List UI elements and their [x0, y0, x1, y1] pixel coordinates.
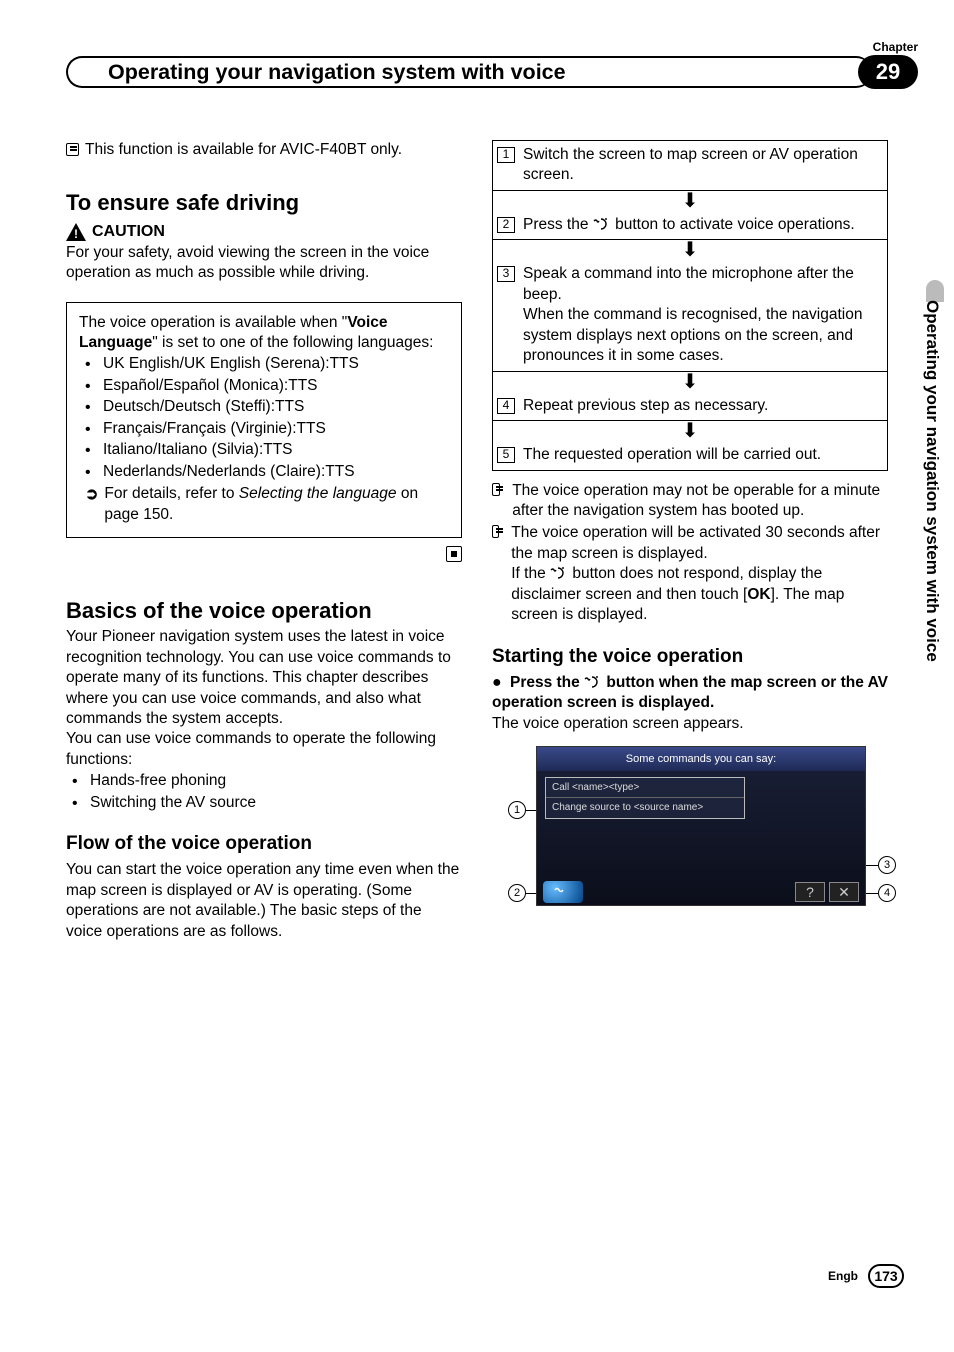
language-list: UK English/UK English (Serena):TTS Españ… [79, 354, 449, 482]
down-arrow-icon: ⬇ [493, 421, 887, 441]
bullet-icon: ● [492, 674, 502, 691]
list-item: Français/Français (Virginie):TTS [103, 419, 449, 439]
command-item: Call <name><type> [546, 778, 744, 798]
chapter-label: Chapter [873, 40, 918, 54]
flow-paragraph: You can start the voice operation any ti… [66, 860, 462, 942]
manual-page: Chapter Operating your navigation system… [0, 0, 954, 1352]
callout-3: 3 [878, 856, 896, 874]
flow-step: 3 Speak a command into the microphone af… [493, 260, 887, 370]
list-item: Español/Español (Monica):TTS [103, 376, 449, 396]
cross-reference: ➲ For details, refer to Selecting the la… [79, 484, 449, 525]
step-number-icon: 5 [497, 447, 515, 463]
left-column: This function is available for AVIC-F40B… [66, 140, 462, 1242]
step-text: Repeat previous step as necessary. [523, 396, 768, 416]
caution-row: ! CAUTION [66, 221, 462, 242]
voice-button-icon [584, 675, 602, 689]
step-text: Speak a command into the microphone afte… [523, 264, 879, 366]
list-item: UK English/UK English (Serena):TTS [103, 354, 449, 374]
down-arrow-icon: ⬇ [493, 191, 887, 211]
list-item: Italiano/Italiano (Silvia):TTS [103, 440, 449, 460]
note-text: The voice operation will be activated 30… [511, 523, 888, 625]
command-list: Call <name><type> Change source to <sour… [545, 777, 745, 818]
right-column: 1 Switch the screen to map screen or AV … [492, 140, 888, 1242]
voice-screen-figure: 1 2 3 4 Some commands you can say: Call … [512, 746, 888, 906]
down-arrow-icon: ⬇ [493, 372, 887, 392]
note-icon [492, 483, 500, 496]
start-result: The voice operation screen appears. [492, 714, 888, 734]
chapter-title: Operating your navigation system with vo… [66, 56, 872, 88]
heading-starting: Starting the voice operation [492, 644, 888, 669]
basics-paragraph-1: Your Pioneer navigation system uses the … [66, 627, 462, 729]
voice-button-icon [593, 217, 611, 231]
box-intro: The voice operation is available when "V… [79, 313, 449, 354]
flow-step: 5 The requested operation will be carrie… [493, 441, 887, 469]
basics-functions-list: Hands-free phoning Switching the AV sour… [66, 771, 462, 813]
chapter-header: Operating your navigation system with vo… [66, 56, 918, 88]
step-number-icon: 2 [497, 217, 515, 233]
heading-flow: Flow of the voice operation [66, 831, 462, 856]
screenshot-header: Some commands you can say: [537, 747, 865, 771]
chapter-number-badge: 29 [858, 55, 918, 89]
callout-2: 2 [508, 884, 526, 902]
list-item: Switching the AV source [90, 793, 462, 813]
note-item: The voice operation may not be operable … [492, 481, 888, 522]
basics-paragraph-2: You can use voice commands to operate th… [66, 729, 462, 770]
page-footer: Engb 173 [828, 1264, 904, 1288]
reference-arrow-icon: ➲ [85, 484, 98, 505]
callout-1: 1 [508, 801, 526, 819]
voice-activate-button[interactable] [543, 881, 583, 903]
availability-note: This function is available for AVIC-F40B… [66, 140, 462, 160]
step-text: Press the button to activate voice opera… [523, 215, 855, 235]
note-icon [492, 525, 499, 538]
step-number-icon: 3 [497, 266, 515, 282]
availability-note-text: This function is available for AVIC-F40B… [85, 141, 402, 158]
step-text: The requested operation will be carried … [523, 445, 821, 465]
screenshot-toolbar: ? ✕ [537, 879, 865, 905]
notes: The voice operation may not be operable … [492, 481, 888, 626]
heading-ensure-safe-driving: To ensure safe driving [66, 188, 462, 217]
flow-step: 1 Switch the screen to map screen or AV … [493, 141, 887, 190]
page-number: 173 [868, 1264, 904, 1288]
flow-step: 4 Repeat previous step as necessary. [493, 392, 887, 420]
reference-text: For details, refer to Selecting the lang… [104, 484, 449, 525]
down-arrow-icon: ⬇ [493, 240, 887, 260]
svg-text:!: ! [74, 227, 78, 241]
heading-basics: Basics of the voice operation [66, 596, 462, 625]
note-item: The voice operation will be activated 30… [492, 523, 888, 625]
language-code: Engb [828, 1269, 858, 1283]
step-text: Switch the screen to map screen or AV op… [523, 145, 879, 186]
callout-4: 4 [878, 884, 896, 902]
note-icon [66, 143, 79, 156]
section-end-marker [66, 546, 462, 568]
flow-steps-box: 1 Switch the screen to map screen or AV … [492, 140, 888, 471]
start-instruction: ● Press the button when the map screen o… [492, 673, 888, 714]
note-text: The voice operation may not be operable … [512, 481, 888, 522]
help-button[interactable]: ? [795, 882, 825, 902]
command-item: Change source to <source name> [546, 798, 744, 817]
step-number-icon: 4 [497, 398, 515, 414]
caution-label: CAUTION [92, 221, 165, 242]
list-item: Hands-free phoning [90, 771, 462, 791]
voice-language-box: The voice operation is available when "V… [66, 302, 462, 539]
voice-button-icon [550, 566, 568, 580]
step-number-icon: 1 [497, 147, 515, 163]
list-item: Deutsch/Deutsch (Steffi):TTS [103, 397, 449, 417]
side-tab-marker [926, 280, 944, 302]
side-tab-text: Operating your navigation system with vo… [922, 300, 942, 662]
close-button[interactable]: ✕ [829, 882, 859, 902]
flow-step: 2 Press the button to activate voice ope… [493, 211, 887, 239]
warning-triangle-icon: ! [66, 223, 86, 241]
side-tab: Operating your navigation system with vo… [920, 300, 944, 850]
voice-operation-screenshot: Some commands you can say: Call <name><t… [536, 746, 866, 906]
caution-body: For your safety, avoid viewing the scree… [66, 243, 462, 284]
list-item: Nederlands/Nederlands (Claire):TTS [103, 462, 449, 482]
